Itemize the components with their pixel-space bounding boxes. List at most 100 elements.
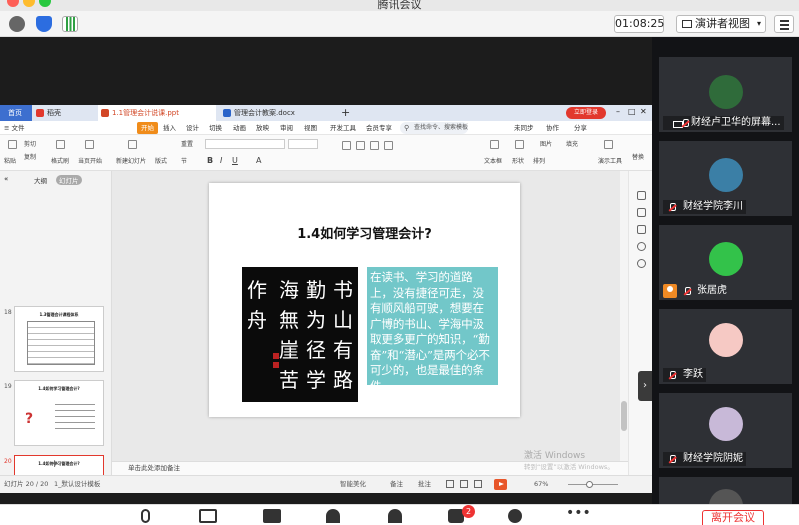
participant-tile[interactable]: 张居虎 [659, 225, 792, 300]
slide-title[interactable]: 1.4如何学习管理会计? [209, 223, 520, 242]
calligraphy-column: 海無崖苦 [278, 275, 300, 395]
invite-icon[interactable] [388, 509, 402, 523]
tab-daoke[interactable]: 稻壳 [33, 105, 93, 121]
sync-status[interactable]: 未同步 [514, 122, 534, 134]
reset-button[interactable]: 重置 [181, 140, 193, 149]
presentation-tools-icon[interactable] [604, 140, 613, 149]
add-slide-button[interactable]: + [50, 457, 59, 470]
slide[interactable]: 1.4如何学习管理会计? 书山有路 勤为径学 海無崖苦 作舟 在读书、学习的道路… [209, 183, 520, 417]
participant-tile[interactable]: 财经卢卫华的屏幕... [659, 57, 792, 132]
participant-tile[interactable]: 财经学院阴妮 [659, 393, 792, 468]
participant-tile[interactable]: 财经学院李川 [659, 141, 792, 216]
info-icon[interactable] [9, 16, 25, 32]
play-from-current-icon[interactable] [85, 140, 94, 149]
speaker-view-dropdown[interactable]: 演讲者视图 ▾ [676, 15, 766, 33]
sliders-icon[interactable] [637, 191, 646, 200]
format-painter-icon[interactable] [56, 140, 65, 149]
participant-tile[interactable]: 李跃 [659, 309, 792, 384]
menu-dev-tools[interactable]: 开发工具 [330, 122, 356, 134]
copy-icon[interactable] [637, 225, 646, 234]
layout-button[interactable]: 版式 [155, 157, 167, 166]
slide-thumbnail-18[interactable]: 1.3管理会计课程体系 [14, 306, 104, 372]
menu-icon [780, 20, 789, 22]
collapse-pane-icon[interactable]: « [4, 175, 8, 183]
replace-button[interactable]: 替换 [632, 153, 644, 162]
reading-view-icon[interactable] [474, 480, 482, 488]
reaction-icon[interactable] [508, 509, 522, 523]
menu-insert[interactable]: 插入 [163, 122, 176, 134]
paste-icon[interactable] [8, 140, 17, 149]
zoom-slider-handle[interactable] [586, 481, 593, 488]
manage-members-icon[interactable] [326, 509, 340, 523]
signal-icon[interactable] [62, 16, 78, 32]
more-icon[interactable]: ••• [566, 506, 591, 523]
scroll-thumb[interactable] [621, 401, 627, 431]
tab-doc-file[interactable]: 管理会计教案.docx [220, 105, 330, 121]
slides-tab[interactable]: 幻灯片 [56, 175, 82, 185]
normal-view-icon[interactable] [446, 480, 454, 488]
zoom-slider[interactable] [568, 484, 618, 485]
textbox-icon[interactable] [490, 140, 499, 149]
section-button[interactable]: 节 [181, 157, 187, 166]
menu-switch[interactable]: 切换 [209, 122, 222, 134]
comment-toggle[interactable]: 批注 [418, 476, 431, 492]
mute-mic-icon[interactable] [141, 509, 150, 523]
new-slide-icon[interactable] [128, 140, 137, 149]
theme-name[interactable]: 1_默认设计模板 [54, 476, 100, 492]
menu-design[interactable]: 设计 [186, 122, 199, 134]
align-center-icon[interactable] [356, 141, 365, 150]
share-screen-icon[interactable] [263, 509, 281, 523]
copy-button[interactable]: 复制 [24, 153, 36, 162]
menu-animation[interactable]: 动画 [233, 122, 246, 134]
cut-button[interactable]: 剪切 [24, 140, 36, 149]
vertical-scrollbar[interactable] [620, 171, 628, 461]
sorter-view-icon[interactable] [460, 480, 468, 488]
quote-textbox[interactable]: 在读书、学习的道路上，没有捷径可走，没有顺风船可驶，想要在广博的书山、学海中汲取… [367, 267, 498, 393]
menu-collab[interactable]: 协作 [546, 122, 559, 134]
menu-file[interactable]: ≡ 文件 [4, 122, 25, 134]
new-tab-button[interactable]: + [338, 105, 350, 121]
help-icon[interactable] [637, 242, 646, 251]
underline-icon[interactable]: U [232, 156, 238, 165]
tab-ppt-file[interactable]: 1.1管理会计说课.ppt [98, 105, 216, 121]
font-name-select[interactable] [205, 139, 285, 149]
menu-view[interactable]: 视图 [304, 122, 317, 134]
slide-thumbnail-19[interactable]: 1.4如何学习管理会计? ? [14, 380, 104, 446]
shape-icon[interactable] [515, 140, 524, 149]
shield-icon[interactable] [36, 16, 52, 32]
smart-beautify-button[interactable]: 智能美化 [340, 476, 366, 492]
calligraphy-image[interactable]: 书山有路 勤为径学 海無崖苦 作舟 [242, 267, 358, 402]
ribbon-tools: 粘贴 剪切 复制 格式刷 当页开始 新建幻灯片 版式 节 重置 B I U A … [0, 135, 652, 171]
list-icon[interactable] [370, 141, 379, 150]
font-color-icon[interactable]: A [256, 156, 261, 165]
slideshow-play-button[interactable] [494, 479, 507, 490]
menu-share[interactable]: 分享 [574, 122, 587, 134]
menu-vip[interactable]: 会员专享 [366, 122, 392, 134]
expand-panel-arrow[interactable]: › [638, 371, 652, 401]
outline-tab[interactable]: 大纲 [34, 175, 47, 185]
layout-menu-button[interactable] [774, 15, 794, 33]
minimize-icon[interactable]: – [616, 107, 620, 116]
menu-show[interactable]: 放映 [256, 122, 269, 134]
align-left-icon[interactable] [342, 141, 351, 150]
participant-tile[interactable] [659, 477, 792, 504]
command-search[interactable]: ⚲ 查找命令、搜索模板 [400, 122, 468, 134]
camera-off-icon[interactable] [199, 509, 217, 523]
indent-icon[interactable] [384, 141, 393, 150]
font-size-select[interactable] [288, 139, 318, 149]
bold-icon[interactable]: B [207, 156, 213, 165]
leave-meeting-button[interactable]: 离开会议 [702, 510, 764, 525]
italic-icon[interactable]: I [220, 156, 222, 165]
tab-home[interactable]: 首页 [0, 105, 32, 121]
fill-button[interactable]: 填充 [566, 140, 578, 149]
notes-toggle[interactable]: 备注 [390, 476, 403, 492]
login-button[interactable]: 立即登录 [566, 107, 606, 119]
restore-icon[interactable]: □ [628, 107, 636, 116]
menu-review[interactable]: 审阅 [280, 122, 293, 134]
arrange-button[interactable]: 排列 [533, 157, 545, 166]
eraser-icon[interactable] [637, 208, 646, 217]
close-icon[interactable]: ✕ [640, 107, 647, 116]
menu-start[interactable]: 开始 [137, 122, 158, 134]
picture-button[interactable]: 图片 [540, 140, 552, 149]
settings-icon[interactable] [637, 259, 646, 268]
